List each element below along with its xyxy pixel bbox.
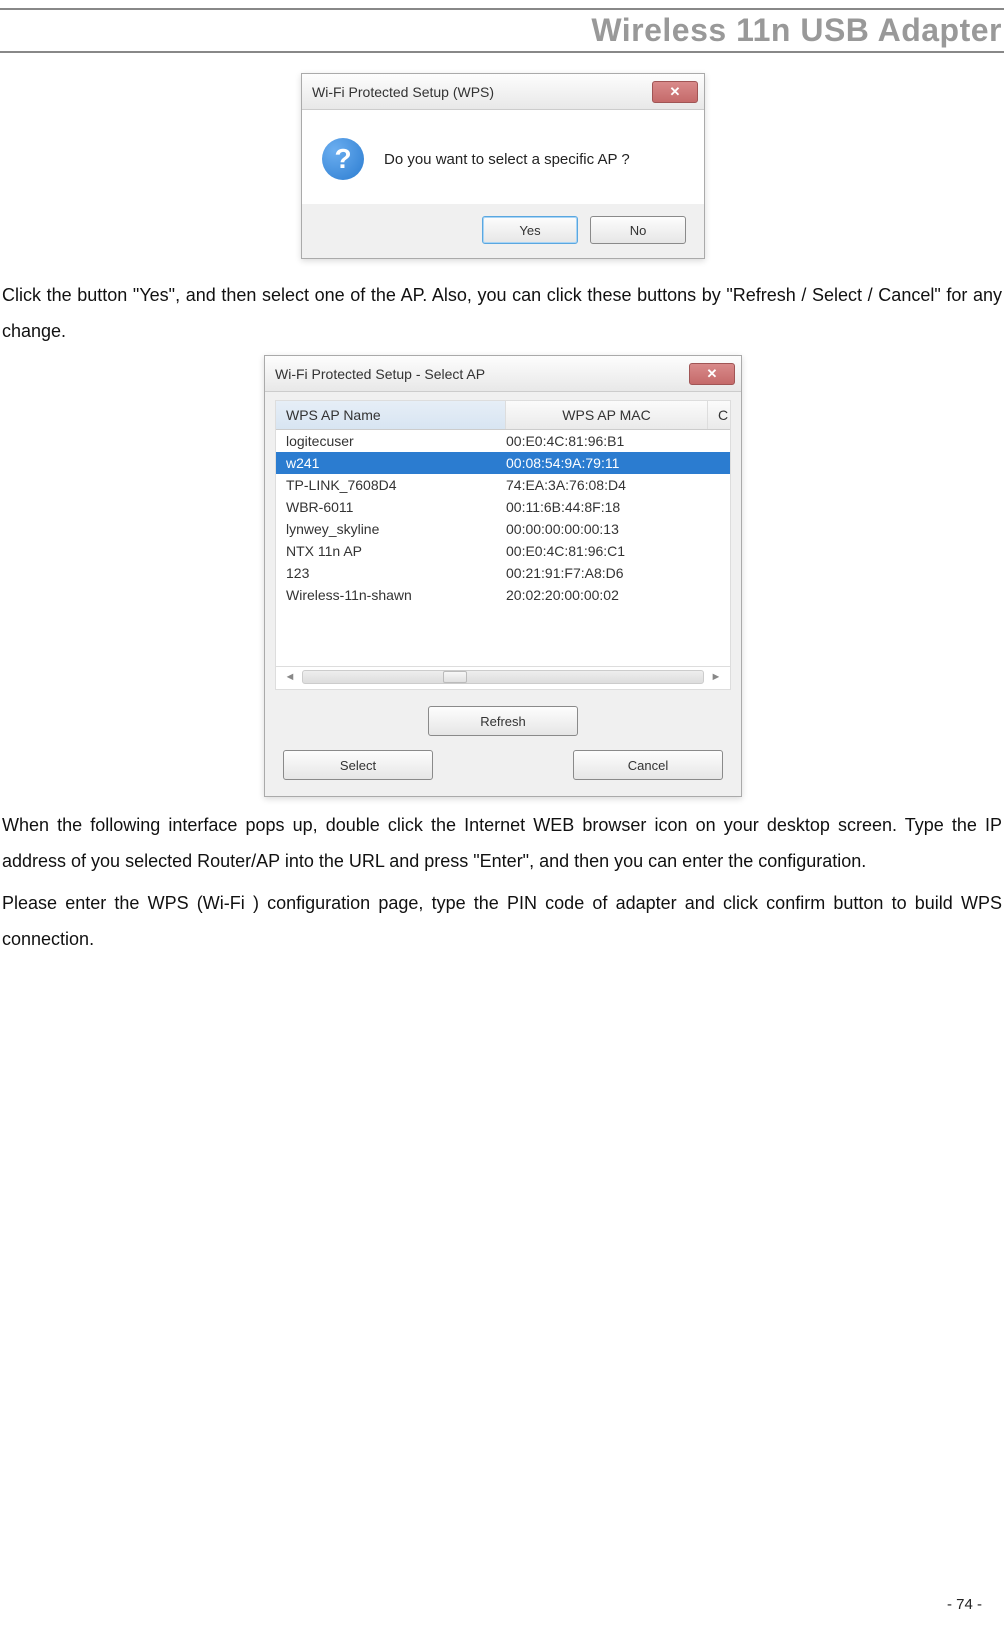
ap-name-cell: Wireless-11n-shawn xyxy=(286,587,506,603)
bottom-button-row: Select Cancel xyxy=(265,746,741,796)
ap-name-cell: NTX 11n AP xyxy=(286,543,506,559)
no-button[interactable]: No xyxy=(590,216,686,244)
ap-name-cell: logitecuser xyxy=(286,433,506,449)
ap-name-cell: TP-LINK_7608D4 xyxy=(286,477,506,493)
close-icon: ✕ xyxy=(670,84,681,100)
scroll-track[interactable] xyxy=(302,670,704,684)
dialog-titlebar: Wi-Fi Protected Setup - Select AP ✕ xyxy=(265,356,741,392)
table-row[interactable]: 12300:21:91:F7:A8:D6 xyxy=(276,562,730,584)
instruction-paragraph-1: Click the button "Yes", and then select … xyxy=(2,277,1002,349)
close-button[interactable]: ✕ xyxy=(689,363,735,385)
question-icon: ? xyxy=(322,138,364,180)
table-empty-area xyxy=(276,606,730,666)
refresh-button[interactable]: Refresh xyxy=(428,706,578,736)
page-header: Wireless 11n USB Adapter xyxy=(0,0,1004,53)
ap-mac-cell: 00:11:6B:44:8F:18 xyxy=(506,499,720,515)
ap-mac-cell: 74:EA:3A:76:08:D4 xyxy=(506,477,720,493)
dialog-titlebar: Wi-Fi Protected Setup (WPS) ✕ xyxy=(302,74,704,110)
ap-mac-cell: 20:02:20:00:00:02 xyxy=(506,587,720,603)
table-row[interactable]: lynwey_skyline00:00:00:00:00:13 xyxy=(276,518,730,540)
wps-select-ap-dialog: Wi-Fi Protected Setup - Select AP ✕ WPS … xyxy=(264,355,742,797)
column-header-extra[interactable]: C xyxy=(708,401,730,429)
table-row[interactable]: w24100:08:54:9A:79:11 xyxy=(276,452,730,474)
select-button[interactable]: Select xyxy=(283,750,433,780)
ap-name-cell: 123 xyxy=(286,565,506,581)
table-row[interactable]: logitecuser00:E0:4C:81:96:B1 xyxy=(276,430,730,452)
column-header-mac[interactable]: WPS AP MAC xyxy=(506,401,708,429)
dialog-button-row: Yes No xyxy=(302,204,704,258)
ap-mac-cell: 00:E0:4C:81:96:C1 xyxy=(506,543,720,559)
cancel-button[interactable]: Cancel xyxy=(573,750,723,780)
instruction-paragraph-2: When the following interface pops up, do… xyxy=(2,807,1002,879)
ap-mac-cell: 00:00:00:00:00:13 xyxy=(506,521,720,537)
dialog-message: Do you want to select a specific AP ? xyxy=(384,151,630,168)
table-row[interactable]: Wireless-11n-shawn20:02:20:00:00:02 xyxy=(276,584,730,606)
ap-mac-cell: 00:08:54:9A:79:11 xyxy=(506,455,720,471)
table-header-row: WPS AP Name WPS AP MAC C xyxy=(276,401,730,430)
dialog-title: Wi-Fi Protected Setup (WPS) xyxy=(312,84,494,100)
scroll-left-icon[interactable]: ◄ xyxy=(282,669,298,685)
horizontal-scrollbar[interactable]: ◄ ► xyxy=(275,667,731,690)
close-icon: ✕ xyxy=(707,366,718,382)
ap-mac-cell: 00:E0:4C:81:96:B1 xyxy=(506,433,720,449)
wps-confirm-dialog: Wi-Fi Protected Setup (WPS) ✕ ? Do you w… xyxy=(301,73,705,259)
close-button[interactable]: ✕ xyxy=(652,81,698,103)
page-title: Wireless 11n USB Adapter xyxy=(0,10,1004,51)
ap-name-cell: w241 xyxy=(286,455,506,471)
table-row[interactable]: NTX 11n AP00:E0:4C:81:96:C1 xyxy=(276,540,730,562)
table-body: logitecuser00:E0:4C:81:96:B1w24100:08:54… xyxy=(276,430,730,606)
yes-button[interactable]: Yes xyxy=(482,216,578,244)
refresh-button-row: Refresh xyxy=(265,690,741,746)
scroll-thumb[interactable] xyxy=(443,671,467,683)
ap-name-cell: WBR-6011 xyxy=(286,499,506,515)
table-row[interactable]: TP-LINK_7608D474:EA:3A:76:08:D4 xyxy=(276,474,730,496)
dialog-body: ? Do you want to select a specific AP ? xyxy=(302,110,704,204)
page-number: - 74 - xyxy=(947,1596,982,1613)
dialog-title: Wi-Fi Protected Setup - Select AP xyxy=(275,366,485,382)
column-header-name[interactable]: WPS AP Name xyxy=(276,401,506,429)
ap-mac-cell: 00:21:91:F7:A8:D6 xyxy=(506,565,720,581)
ap-name-cell: lynwey_skyline xyxy=(286,521,506,537)
instruction-paragraph-3: Please enter the WPS (Wi-Fi ) configurat… xyxy=(2,885,1002,957)
table-row[interactable]: WBR-601100:11:6B:44:8F:18 xyxy=(276,496,730,518)
scroll-right-icon[interactable]: ► xyxy=(708,669,724,685)
ap-table: WPS AP Name WPS AP MAC C logitecuser00:E… xyxy=(275,400,731,667)
